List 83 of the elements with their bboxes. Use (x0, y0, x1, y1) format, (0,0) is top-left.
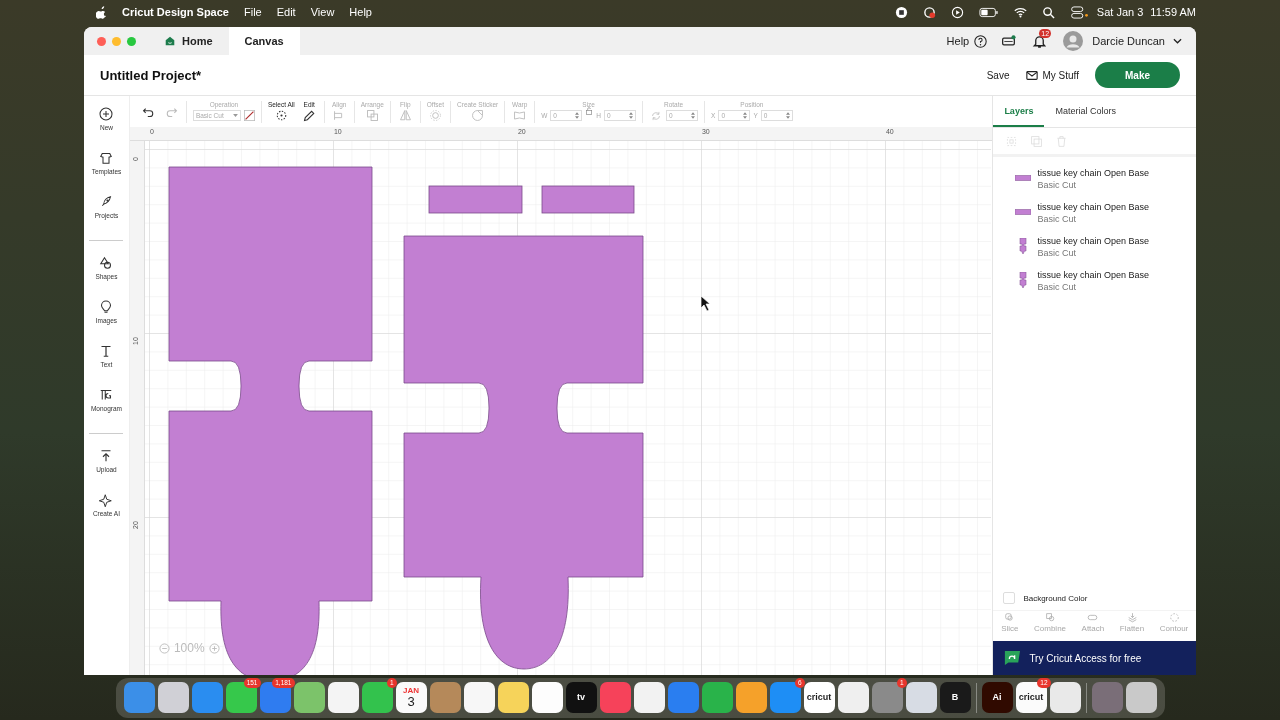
app-icon[interactable] (905, 682, 937, 713)
menu-item[interactable]: Edit (276, 6, 296, 18)
stepper-icon (691, 112, 696, 119)
background-color-label: Background Color (1023, 593, 1088, 603)
app-icon[interactable]: cricut (803, 682, 835, 713)
color-swatch-icon[interactable] (243, 110, 255, 121)
layer-name[interactable]: tissue key chain Open Base (1037, 168, 1149, 178)
minimize-window-button[interactable] (112, 36, 121, 46)
stepper-icon (629, 112, 634, 119)
plus-icon (97, 105, 116, 123)
layer-operation: Basic Cut (1037, 248, 1077, 258)
cursor-icon (700, 295, 711, 312)
layer-name[interactable]: tissue key chain Open Base (1037, 270, 1149, 280)
apple-logo-icon[interactable] (96, 5, 107, 19)
window-tab[interactable]: Canvas (228, 27, 300, 55)
app-icon[interactable] (157, 682, 189, 713)
envelope-icon (1025, 69, 1038, 81)
promo-banner[interactable]: Try Cricut Access for free (993, 641, 1196, 675)
notification-bell-icon[interactable] (1032, 33, 1048, 49)
avatar-icon[interactable] (1063, 31, 1084, 51)
combine-icon (1043, 611, 1057, 624)
my-stuff-button[interactable]: My Stuff (1025, 69, 1079, 81)
layer-operation: Basic Cut (1037, 214, 1077, 224)
window-tab[interactable]: Home (148, 27, 229, 55)
banner-text[interactable]: Try Cricut Access for free (1029, 652, 1142, 664)
keychain-shape[interactable] (168, 166, 373, 675)
caret-icon (1173, 38, 1182, 44)
home-icon (164, 35, 176, 47)
account-menu[interactable]: Darcie Duncan (1092, 27, 1182, 55)
app-icon[interactable]: tv (565, 682, 597, 713)
control-center-icon[interactable] (1069, 5, 1090, 19)
stepper-icon (785, 112, 790, 119)
zoom-in-icon[interactable] (208, 642, 220, 654)
menu-item[interactable]: File (244, 6, 262, 18)
access-logo-icon (1003, 650, 1022, 666)
layer-operation: Basic Cut (1037, 180, 1077, 190)
layer-operation: Basic Cut (1037, 282, 1077, 292)
menu-item[interactable]: View (310, 6, 335, 18)
app-icon[interactable]: Ai (981, 682, 1013, 713)
play-icon[interactable] (950, 5, 964, 19)
panel-tab[interactable]: Layers (993, 96, 1045, 127)
close-window-button[interactable] (97, 36, 106, 46)
record-icon[interactable] (894, 5, 908, 19)
app-icon[interactable] (463, 682, 495, 713)
app-icon[interactable] (531, 682, 563, 713)
wifi-icon[interactable] (1013, 5, 1027, 19)
keychain-shape[interactable] (403, 235, 644, 670)
bar-shape[interactable] (541, 185, 635, 214)
zoom-level: 100% (173, 641, 205, 655)
zoom-window-button[interactable] (127, 36, 136, 46)
make-button[interactable]: Make (1095, 62, 1180, 88)
app-icon[interactable] (735, 682, 767, 713)
stepper-icon (743, 112, 748, 119)
help-icon (974, 34, 988, 48)
lock-icon[interactable] (585, 106, 594, 115)
project-title[interactable]: Untitled Project* (100, 67, 202, 83)
app-icon[interactable] (633, 682, 665, 713)
checkbox[interactable] (1003, 592, 1016, 604)
caret-icon (232, 114, 238, 117)
app-icon[interactable] (497, 682, 529, 713)
save-button[interactable]: Save (986, 69, 1010, 81)
search-icon[interactable] (1041, 5, 1055, 19)
layer-name[interactable]: tissue key chain Open Base (1037, 236, 1149, 246)
menu-item[interactable]: Help (349, 6, 372, 18)
battery-icon[interactable] (978, 5, 999, 19)
bar-shape[interactable] (428, 185, 523, 214)
stepper-icon (575, 112, 580, 119)
app-icon[interactable]: JAN 3 (395, 682, 427, 713)
app-icon[interactable] (1049, 682, 1081, 713)
menu-bar-time[interactable]: 11:59 AM (1150, 6, 1196, 18)
app-icon[interactable]: B (939, 682, 971, 713)
app-name[interactable]: Cricut Design Space (122, 6, 229, 18)
dashed-circle-icon (1167, 611, 1181, 624)
menu-bar-date[interactable]: Sat Jan 3 (1096, 6, 1144, 18)
zoom-out-icon[interactable] (158, 642, 170, 654)
app-icon[interactable] (1125, 682, 1157, 713)
app-icon[interactable] (327, 682, 359, 713)
layer-name[interactable]: tissue key chain Open Base (1037, 202, 1149, 212)
panel-tab[interactable]: Material Colors (1044, 96, 1127, 127)
status-icon[interactable] (922, 5, 936, 19)
help-button[interactable]: Help (946, 27, 988, 55)
app-icon[interactable] (293, 682, 325, 713)
app-icon[interactable] (837, 682, 869, 713)
